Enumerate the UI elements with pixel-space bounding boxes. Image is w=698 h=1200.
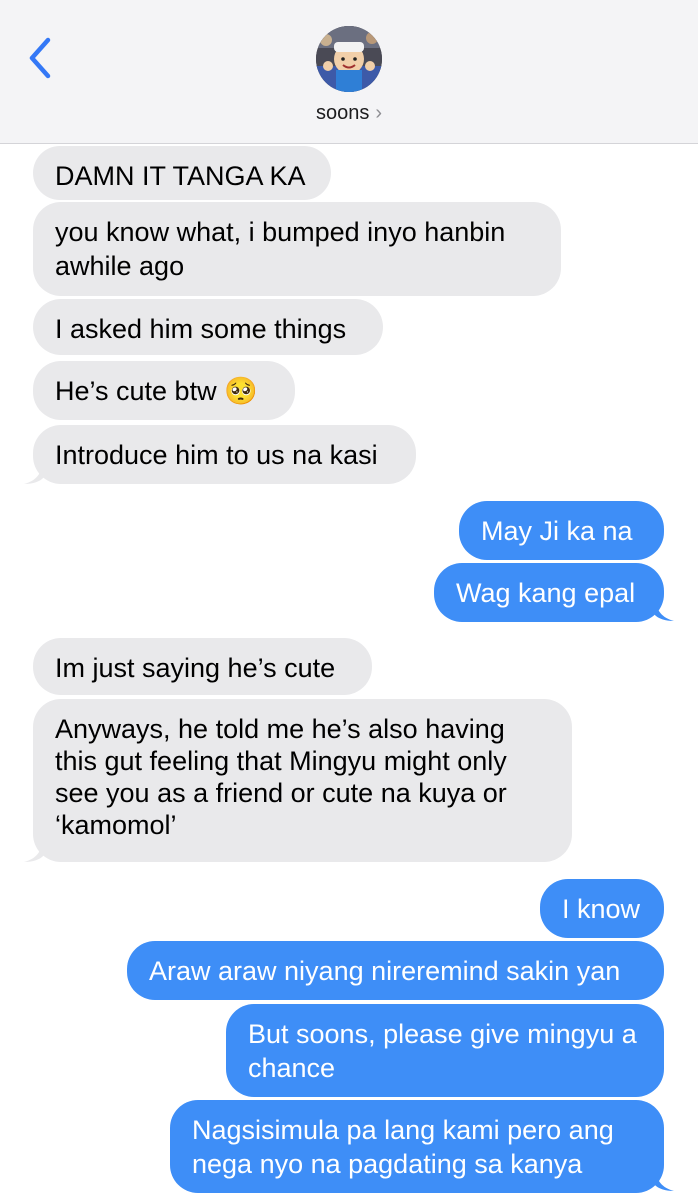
incoming-message[interactable]: He’s cute btw 🥺 [33, 361, 295, 420]
outgoing-message[interactable]: But soons, please give mingyu a chance [226, 1004, 664, 1097]
incoming-message[interactable]: Introduce him to us na kasi [33, 425, 416, 484]
bubble-tail-incoming [24, 463, 44, 484]
outgoing-message[interactable]: Nagsisimula pa lang kami pero ang nega n… [170, 1100, 664, 1193]
outgoing-message[interactable]: May Ji ka na [459, 501, 664, 560]
message-text: Introduce him to us na kasi [55, 440, 378, 470]
outgoing-message[interactable]: I know [540, 879, 664, 938]
message-text: But soons, please give mingyu a chance [248, 1019, 637, 1083]
incoming-message[interactable]: Anyways, he told me he’s also having thi… [33, 699, 572, 862]
contact-name-button[interactable]: soons › [0, 102, 698, 125]
message-text: I asked him some things [55, 314, 347, 344]
chevron-right-icon: › [375, 102, 383, 124]
message-text: Anyways, he told me he’s also having thi… [55, 714, 507, 840]
incoming-message[interactable]: I asked him some things [33, 299, 383, 355]
incoming-message[interactable]: DAMN IT TANGA KA [33, 146, 331, 200]
incoming-message[interactable]: you know what, i bumped inyo hanbin awhi… [33, 202, 561, 296]
bubble-tail-outgoing [654, 1170, 674, 1191]
bubble-tail-outgoing [654, 600, 674, 621]
outgoing-message[interactable]: Wag kang epal [434, 563, 664, 622]
message-text: I know [562, 894, 641, 924]
message-thread[interactable]: DAMN IT TANGA KA you know what, i bumped… [0, 143, 698, 1200]
contact-avatar[interactable] [316, 26, 382, 92]
message-text: He’s cute btw 🥺 [55, 376, 258, 406]
back-button[interactable] [24, 36, 64, 80]
avatar-photo-icon [316, 26, 382, 92]
contact-name: soons [315, 102, 370, 124]
message-text: Nagsisimula pa lang kami pero ang nega n… [192, 1115, 614, 1179]
message-text: Im just saying he’s cute [55, 653, 336, 683]
chevron-left-icon [29, 37, 51, 79]
message-text: DAMN IT TANGA KA [55, 161, 306, 191]
conversation-header: soons › [0, 0, 698, 144]
bubble-tail-incoming [24, 841, 44, 862]
outgoing-message[interactable]: Araw araw niyang nireremind sakin yan [127, 941, 664, 1000]
message-text: Araw araw niyang nireremind sakin yan [149, 956, 621, 986]
message-text: you know what, i bumped inyo hanbin awhi… [55, 217, 506, 281]
message-text: May Ji ka na [481, 516, 633, 546]
incoming-message[interactable]: Im just saying he’s cute [33, 638, 372, 695]
message-text: Wag kang epal [456, 578, 636, 608]
